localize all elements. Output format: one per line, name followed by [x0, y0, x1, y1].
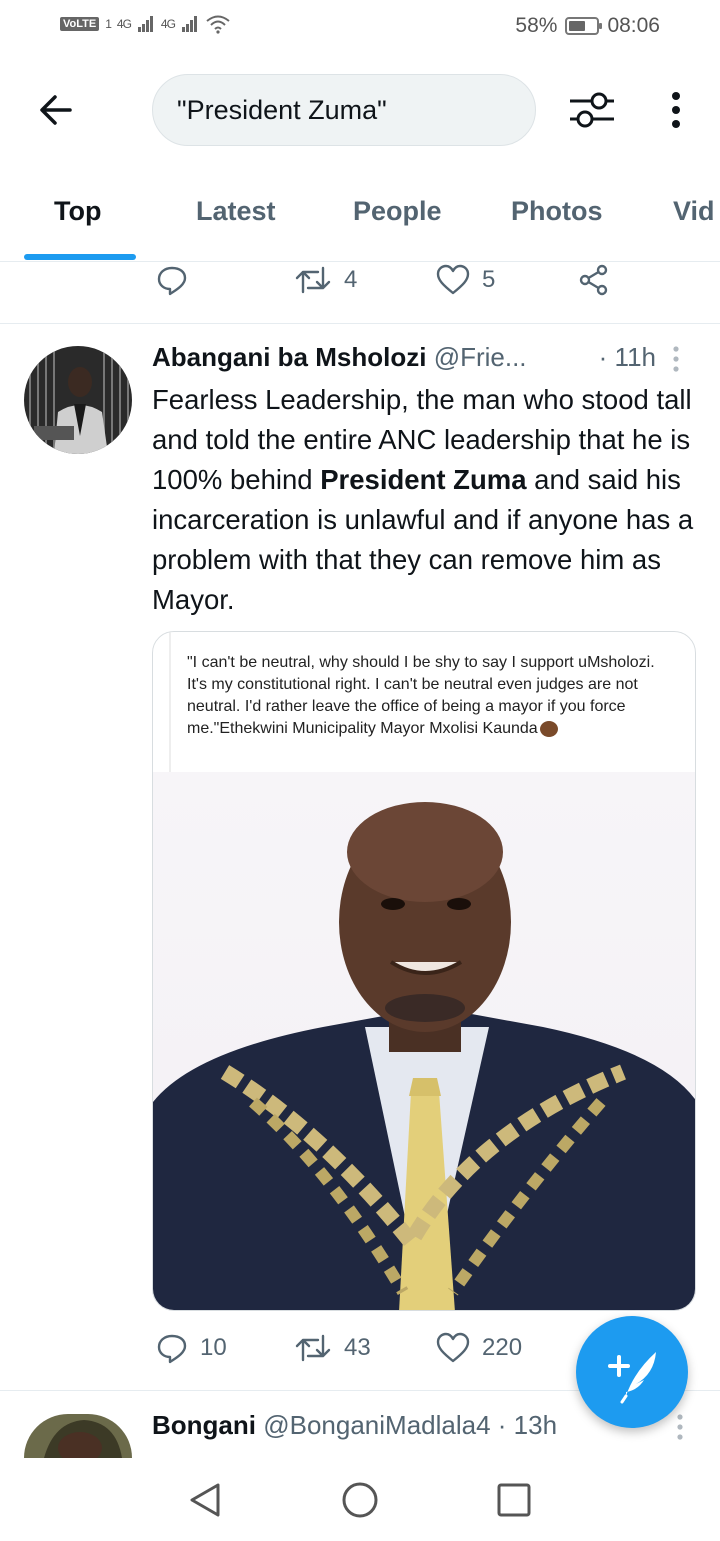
signal-bars-icon-2 [181, 16, 197, 32]
signal-label-2: 4G [160, 17, 176, 31]
compose-feather-icon [608, 1352, 656, 1404]
more-vertical-icon [672, 92, 680, 128]
battery-icon [565, 17, 603, 35]
media-quote-text: "I can't be neutral, why should I be shy… [187, 654, 655, 737]
tweet-actions: 10 43 220 [152, 1332, 632, 1372]
more-options-button[interactable] [660, 86, 692, 134]
nav-back-button[interactable] [186, 1480, 226, 1520]
tweet-text: Fearless Leadership, the man who stood t… [152, 380, 702, 620]
wifi-icon [206, 15, 230, 34]
avatar-photo [24, 346, 132, 454]
retweet-icon [295, 266, 331, 294]
search-header: "President Zuma" [0, 72, 720, 148]
search-query: "President Zuma" [177, 94, 387, 125]
retweet-icon [295, 1334, 331, 1362]
like-count: 220 [482, 1334, 523, 1361]
tweet-header: Abangani ba Msholozi @Frie... · 11h [152, 342, 692, 378]
tab-photos[interactable]: Photos [511, 196, 603, 227]
network-indicators: VoLTE 1 4G 4G [60, 14, 231, 34]
author-handle[interactable]: @Frie... [434, 342, 527, 372]
mayor-photo [153, 772, 695, 1310]
reply-button[interactable]: 10 [156, 1332, 227, 1364]
share-icon [579, 264, 608, 296]
tweet-media[interactable]: "I can't be neutral, why should I be shy… [152, 631, 696, 1311]
tab-latest[interactable]: Latest [196, 196, 276, 227]
nav-home-button[interactable] [340, 1480, 380, 1520]
square-recents-icon [497, 1483, 531, 1517]
tweet-text-highlight: President Zuma [320, 464, 527, 495]
like-count: 5 [482, 266, 496, 293]
tab-videos[interactable]: Vid [673, 196, 715, 227]
author-handle[interactable]: @BonganiMadlala4 [263, 1410, 490, 1440]
avatar[interactable] [24, 346, 132, 454]
author-name[interactable]: Abangani ba Msholozi [152, 342, 426, 372]
previous-tweet-actions: 4 5 [152, 264, 632, 304]
share-button[interactable] [578, 264, 610, 296]
search-input[interactable]: "President Zuma" [152, 74, 536, 146]
battery-percent: 58% [515, 14, 558, 37]
tweet-time: · 13h [497, 1410, 558, 1440]
status-right: 58% 08:06 [515, 14, 660, 38]
tweet-divider [0, 323, 720, 324]
search-filters-button[interactable] [566, 88, 618, 132]
back-arrow-icon [40, 95, 72, 125]
reply-icon [157, 1334, 187, 1364]
back-button[interactable] [34, 88, 78, 132]
compose-tweet-button[interactable] [576, 1316, 688, 1428]
retweet-button[interactable]: 43 [294, 1332, 371, 1364]
clock: 08:06 [607, 14, 660, 37]
media-quote: "I can't be neutral, why should I be shy… [169, 632, 689, 772]
avatar-photo [24, 1414, 132, 1458]
reply-button[interactable] [156, 264, 188, 296]
volte-badge: VoLTE [60, 17, 100, 31]
search-tabs: Top Latest People Photos Vid [0, 176, 720, 262]
like-button[interactable]: 220 [436, 1332, 522, 1364]
active-tab-indicator [24, 254, 136, 260]
avatar[interactable] [24, 1414, 132, 1458]
heart-icon [436, 264, 470, 295]
author-name[interactable]: Bongani [152, 1410, 256, 1440]
filter-sliders-icon [570, 92, 614, 128]
battery-fill [569, 21, 585, 31]
like-button[interactable]: 5 [436, 264, 495, 296]
signal-label-1: 4G [116, 17, 132, 31]
tab-people[interactable]: People [353, 196, 442, 227]
reply-icon [157, 266, 187, 296]
signal-bars-icon [137, 16, 153, 32]
portrait-image [153, 802, 695, 1310]
sim-indicator: 1 [105, 17, 112, 31]
retweet-count: 4 [344, 266, 358, 293]
nav-recents-button[interactable] [494, 1480, 534, 1520]
system-navigation-bar [0, 1458, 720, 1541]
triangle-back-icon [190, 1483, 220, 1517]
retweet-button[interactable]: 4 [294, 264, 357, 296]
more-vertical-icon [673, 346, 679, 372]
fist-emoji-icon [539, 720, 558, 737]
reply-count: 10 [200, 1334, 227, 1361]
circle-home-icon [342, 1482, 378, 1518]
tweet-time: · 11h [598, 342, 656, 372]
tweet-menu-button[interactable] [668, 344, 684, 374]
retweet-count: 43 [344, 1334, 371, 1361]
status-bar: VoLTE 1 4G 4G 58% 08:06 [0, 0, 720, 56]
tab-top[interactable]: Top [54, 196, 101, 227]
heart-icon [436, 1332, 470, 1363]
